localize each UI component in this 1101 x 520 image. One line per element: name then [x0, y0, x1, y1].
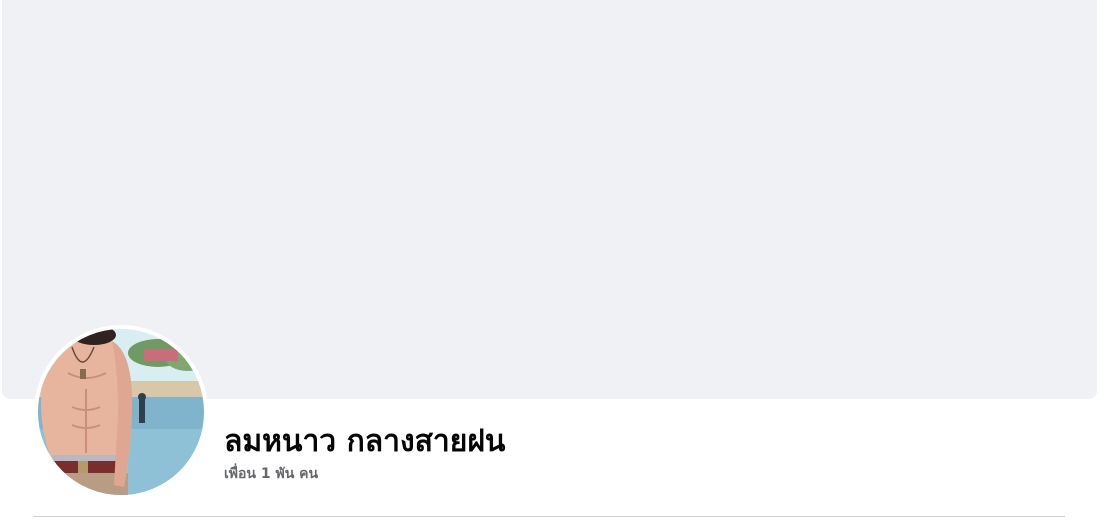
profile-photo-image: [38, 329, 204, 495]
profile-picture-frame[interactable]: [34, 325, 208, 499]
section-divider: [33, 516, 1065, 517]
friend-count-link[interactable]: เพื่อน 1 พัน คน: [224, 464, 318, 484]
profile-picture[interactable]: [38, 329, 204, 495]
profile-header: ลมหนาว กลางสายฝน เพื่อน 1 พัน คน: [0, 0, 1101, 520]
profile-name[interactable]: ลมหนาว กลางสายฝน: [224, 422, 505, 462]
